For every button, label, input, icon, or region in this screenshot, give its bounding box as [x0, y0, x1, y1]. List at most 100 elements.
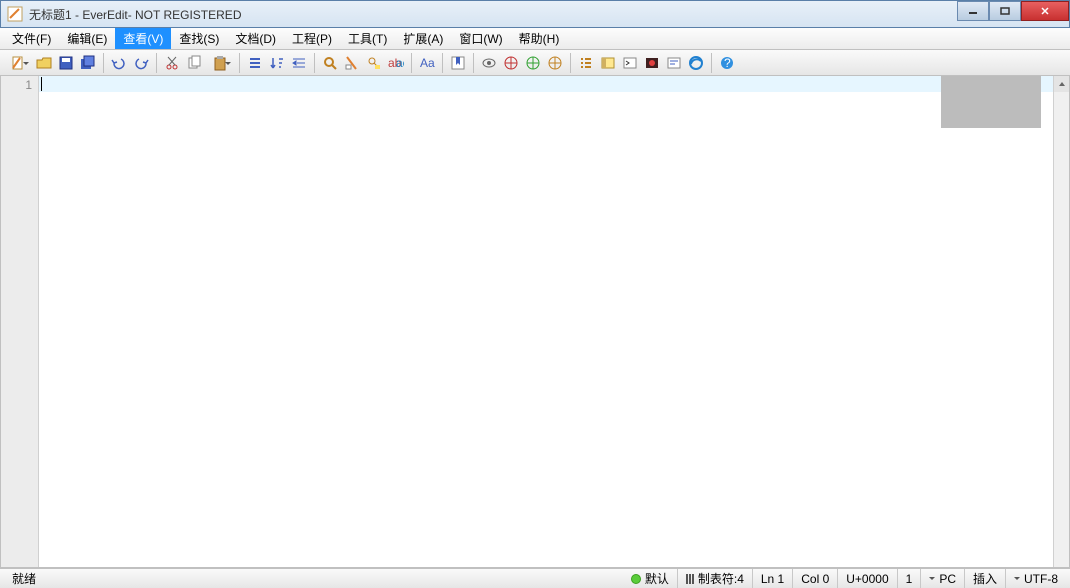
output-button[interactable]: [664, 53, 684, 73]
status-eol-label: PC: [939, 572, 956, 586]
minimap[interactable]: [941, 76, 1041, 128]
list-button[interactable]: [245, 53, 265, 73]
terminal-button[interactable]: [620, 53, 640, 73]
save-button[interactable]: [56, 53, 76, 73]
help-button[interactable]: ?: [717, 53, 737, 73]
tabstop-icon: [686, 574, 694, 584]
case-icon: Aa: [419, 55, 435, 71]
eye-icon: [481, 55, 497, 71]
open-button[interactable]: [34, 53, 54, 73]
svg-text:ac: ac: [396, 56, 404, 70]
toolbar-separator: [711, 53, 712, 73]
redo-icon: [133, 55, 149, 71]
new-icon: [10, 55, 26, 71]
bookmark-button[interactable]: [448, 53, 468, 73]
status-mode[interactable]: 默认: [623, 569, 678, 588]
sort-icon: [269, 55, 285, 71]
toolbar-separator: [239, 53, 240, 73]
web2-button[interactable]: [523, 53, 543, 73]
minimize-button[interactable]: [957, 1, 989, 21]
replace-button[interactable]: [342, 53, 362, 73]
maximize-button[interactable]: [989, 1, 1021, 21]
status-tabstop[interactable]: 制表符:4: [678, 569, 753, 588]
status-tabstop-label: 制表符:4: [698, 570, 744, 587]
listview-button[interactable]: [576, 53, 596, 73]
find-button[interactable]: [320, 53, 340, 73]
close-button[interactable]: [1021, 1, 1069, 21]
statusbar: 就绪 默认 制表符:4 Ln 1 Col 0 U+0000 1 PC 插入 UT…: [0, 568, 1070, 588]
status-unicode[interactable]: U+0000: [838, 569, 897, 588]
status-line[interactable]: Ln 1: [753, 569, 793, 588]
copy-button[interactable]: [184, 53, 204, 73]
web1-icon: [503, 55, 519, 71]
paste-icon: [212, 55, 228, 71]
scroll-up-icon[interactable]: [1054, 76, 1069, 92]
status-count[interactable]: 1: [898, 569, 922, 588]
dropdown-icon: [929, 577, 935, 583]
menu-帮助[interactable]: 帮助(H): [511, 28, 568, 49]
status-ins[interactable]: 插入: [965, 569, 1006, 588]
redo-button[interactable]: [131, 53, 151, 73]
saveall-button[interactable]: [78, 53, 98, 73]
toolbar-separator: [314, 53, 315, 73]
findreplace-button[interactable]: [364, 53, 384, 73]
status-eol[interactable]: PC: [921, 569, 965, 588]
indent-icon: [291, 55, 307, 71]
caret: [41, 77, 42, 91]
titlebar: 无标题1 - EverEdit- NOT REGISTERED: [0, 0, 1070, 28]
paste-button[interactable]: [206, 53, 234, 73]
web1-button[interactable]: [501, 53, 521, 73]
undo-button[interactable]: [109, 53, 129, 73]
menu-工程[interactable]: 工程(P): [284, 28, 340, 49]
indent-button[interactable]: [289, 53, 309, 73]
svg-text:?: ?: [724, 56, 731, 70]
new-button[interactable]: [4, 53, 32, 73]
svg-text:Aa: Aa: [420, 56, 435, 70]
menubar: 文件(F)编辑(E)查看(V)查找(S)文档(D)工程(P)工具(T)扩展(A)…: [0, 28, 1070, 50]
open-icon: [36, 55, 52, 71]
ie-button[interactable]: [686, 53, 706, 73]
highlight-icon: abac: [388, 55, 404, 71]
save-icon: [58, 55, 74, 71]
help-icon: ?: [719, 55, 735, 71]
eye-button[interactable]: [479, 53, 499, 73]
menu-扩展[interactable]: 扩展(A): [395, 28, 451, 49]
menu-文档[interactable]: 文档(D): [227, 28, 284, 49]
cut-button[interactable]: [162, 53, 182, 73]
listview-icon: [578, 55, 594, 71]
vertical-scrollbar[interactable]: [1053, 76, 1069, 567]
ie-icon: [688, 55, 704, 71]
editor-area: 1: [0, 76, 1070, 568]
dropdown-icon: [1014, 577, 1020, 583]
status-dot-icon: [631, 574, 641, 584]
panel-button[interactable]: [598, 53, 618, 73]
menu-窗口[interactable]: 窗口(W): [451, 28, 510, 49]
saveall-icon: [80, 55, 96, 71]
sort-button[interactable]: [267, 53, 287, 73]
status-col[interactable]: Col 0: [793, 569, 838, 588]
web3-button[interactable]: [545, 53, 565, 73]
web3-icon: [547, 55, 563, 71]
list-icon: [247, 55, 263, 71]
output-icon: [666, 55, 682, 71]
line-number: 1: [1, 78, 32, 92]
menu-编辑[interactable]: 编辑(E): [59, 28, 115, 49]
toolbar-separator: [570, 53, 571, 73]
menu-查找[interactable]: 查找(S): [171, 28, 227, 49]
text-editor[interactable]: [39, 76, 1053, 567]
record-button[interactable]: [642, 53, 662, 73]
toolbar-separator: [473, 53, 474, 73]
menu-查看[interactable]: 查看(V): [115, 28, 171, 49]
bookmark-icon: [450, 55, 466, 71]
status-mode-label: 默认: [645, 570, 669, 587]
menu-文件[interactable]: 文件(F): [4, 28, 59, 49]
window-controls: [957, 1, 1069, 27]
record-icon: [644, 55, 660, 71]
status-enc[interactable]: UTF-8: [1006, 569, 1066, 588]
case-button[interactable]: Aa: [417, 53, 437, 73]
menu-工具[interactable]: 工具(T): [340, 28, 395, 49]
highlight-button[interactable]: abac: [386, 53, 406, 73]
app-icon: [7, 6, 23, 22]
panel-icon: [600, 55, 616, 71]
replace-icon: [344, 55, 360, 71]
